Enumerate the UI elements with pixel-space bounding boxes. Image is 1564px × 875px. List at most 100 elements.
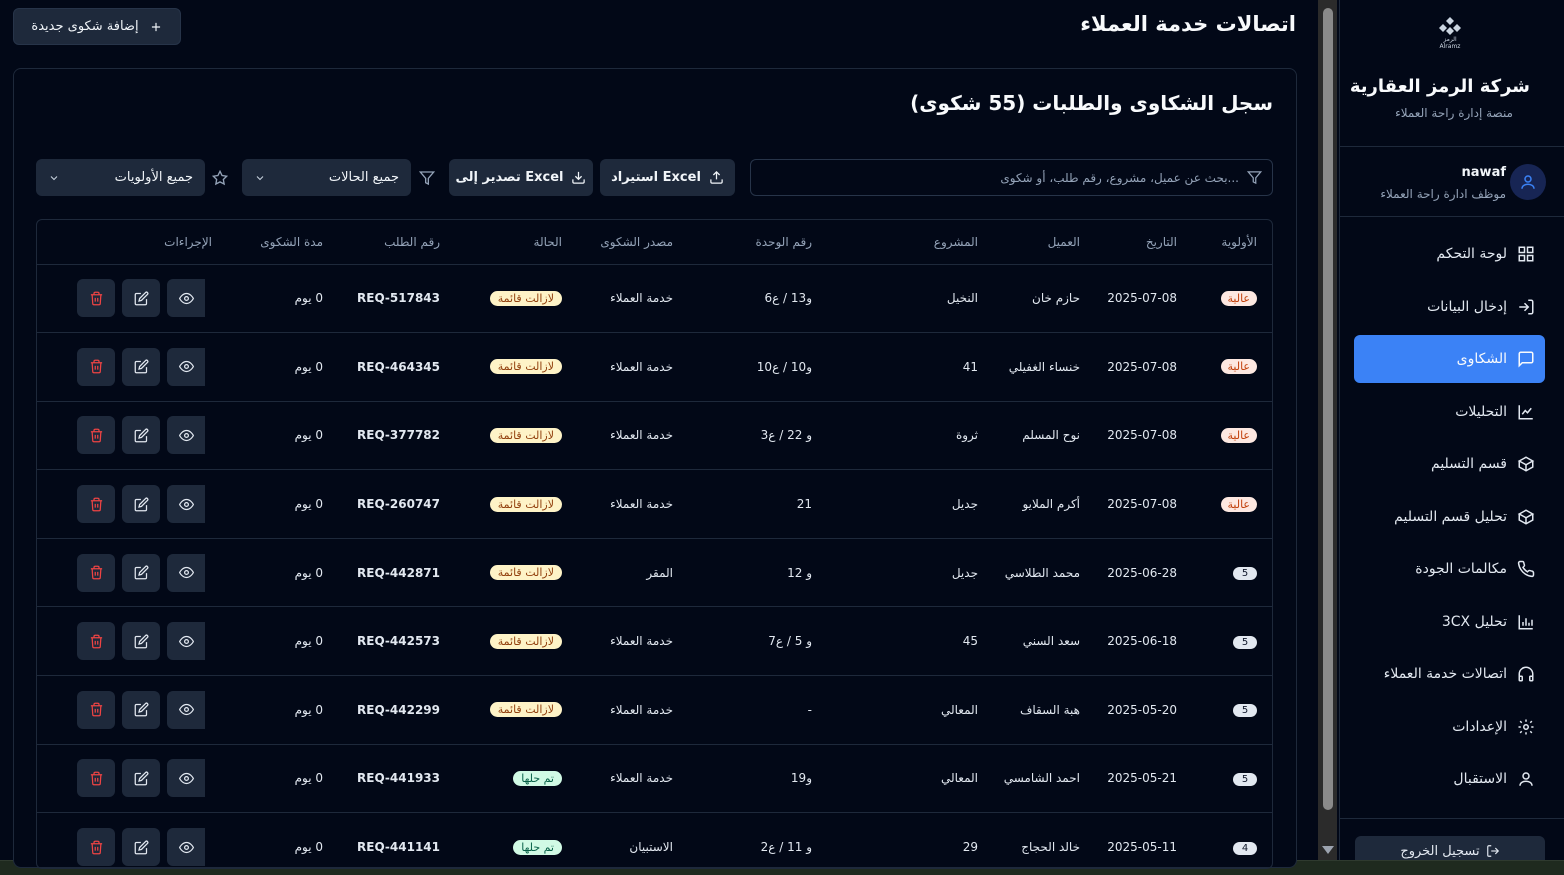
edit-icon xyxy=(134,428,148,443)
complaints-card: سجل الشكاوى والطلبات (55 شكوى) بحث عن عم… xyxy=(13,68,1297,869)
view-button[interactable] xyxy=(167,759,205,798)
table-row[interactable]: عالية 2025-07-08 حازم خان النخيل و13 / ع… xyxy=(37,264,1272,334)
table-row[interactable]: 5 2025-06-28 محمد الطلاسي جديل و 12 المق… xyxy=(37,538,1272,608)
scroll-down-arrow[interactable] xyxy=(1322,846,1334,854)
project-cell: جديل xyxy=(951,497,978,512)
delete-button[interactable] xyxy=(77,347,115,386)
status-filter-select[interactable]: جميع الحالات xyxy=(242,159,411,196)
sidebar-item-delivery-analysis[interactable]: تحليل قسم التسليم xyxy=(1354,493,1545,541)
delete-button[interactable] xyxy=(77,279,115,318)
delete-button[interactable] xyxy=(77,553,115,592)
delete-button[interactable] xyxy=(77,690,115,729)
delete-button[interactable] xyxy=(77,416,115,455)
view-button[interactable] xyxy=(167,622,205,661)
status-badge: لازالت قائمة xyxy=(489,290,562,306)
import-excel-button[interactable]: استيراد Excel xyxy=(600,159,735,196)
table-row[interactable]: عالية 2025-07-08 نوح المسلم ثروة و 22 / … xyxy=(37,401,1272,471)
sidebar: الرمز Alramz شركة الرمز العقارية منصة إد… xyxy=(1339,0,1564,866)
view-button[interactable] xyxy=(167,416,205,455)
column-header-unit[interactable]: رقم الوحدة xyxy=(673,220,812,265)
status-filter-value: جميع الحالات xyxy=(328,170,399,185)
column-header-request-number[interactable]: رقم الطلب xyxy=(323,220,440,265)
status-badge: لازالت قائمة xyxy=(489,427,562,443)
view-button[interactable] xyxy=(167,485,205,524)
delete-button[interactable] xyxy=(77,485,115,524)
column-header-status[interactable]: الحالة xyxy=(440,220,562,265)
sidebar-item-3cx-analysis[interactable]: تحليل 3CX xyxy=(1354,598,1545,646)
table-row[interactable]: 5 2025-06-18 سعد السني 45 و 5 / ع7 خدمة … xyxy=(37,606,1272,677)
priority-filter-select[interactable]: جميع الأولويات xyxy=(36,159,205,196)
column-header-source[interactable]: مصدر الشكوى xyxy=(562,220,673,265)
delete-button[interactable] xyxy=(77,622,115,661)
date-cell: 2025-05-20 xyxy=(1107,702,1177,717)
sidebar-item-label: التحليلات xyxy=(1455,403,1507,420)
phone-icon xyxy=(1517,560,1535,578)
edit-button[interactable] xyxy=(122,690,160,729)
sidebar-item-customer-service-calls[interactable]: اتصالات خدمة العملاء xyxy=(1354,650,1545,698)
export-excel-button[interactable]: تصدير إلى Excel xyxy=(449,159,593,196)
column-header-priority[interactable]: الأولوية xyxy=(1177,220,1272,265)
view-button[interactable] xyxy=(167,690,205,729)
unit-cell: و 12 xyxy=(787,565,812,580)
plus-icon xyxy=(151,22,160,31)
table-row[interactable]: 4 2025-05-11 خالد الحجاج 29 و 11 / ع2 ال… xyxy=(37,812,1272,868)
priority-badge: 4 xyxy=(1233,841,1257,855)
client-cell: محمد الطلاسي xyxy=(1004,565,1080,580)
view-button[interactable] xyxy=(167,347,205,386)
view-button[interactable] xyxy=(167,828,205,867)
trash-icon xyxy=(90,428,102,443)
status-badge: لازالت قائمة xyxy=(489,702,562,718)
sidebar-item-label: اتصالات خدمة العملاء xyxy=(1383,666,1507,682)
search-input[interactable]: بحث عن عميل، مشروع، رقم طلب، أو شكوى... xyxy=(750,159,1273,196)
date-cell: 2025-07-08 xyxy=(1107,497,1177,512)
table-row[interactable]: 5 2025-05-21 احمد الشامسي المعالي و19 خد… xyxy=(37,744,1272,814)
table-row[interactable]: 5 2025-05-20 هبة السقاف المعالي - خدمة ا… xyxy=(37,675,1272,745)
eye-icon xyxy=(178,292,194,304)
request-number-cell: REQ-441933 xyxy=(357,771,440,786)
edit-button[interactable] xyxy=(122,485,160,524)
column-header-client[interactable]: العميل xyxy=(978,220,1080,265)
scrollbar-thumb[interactable] xyxy=(1323,8,1333,810)
view-button[interactable] xyxy=(167,553,205,592)
edit-button[interactable] xyxy=(122,759,160,798)
priority-filter-value: جميع الأولويات xyxy=(114,170,193,185)
table-row[interactable]: عالية 2025-07-08 خنساء الغفيلي 41 و10 / … xyxy=(37,332,1272,402)
sidebar-item-dashboard[interactable]: لوحة التحكم xyxy=(1354,230,1545,278)
edit-button[interactable] xyxy=(122,553,160,592)
delete-button[interactable] xyxy=(77,759,115,798)
sidebar-item-analytics[interactable]: التحليلات xyxy=(1354,388,1545,436)
user-icon xyxy=(1519,772,1533,786)
source-cell: خدمة العملاء xyxy=(610,291,673,306)
column-header-duration[interactable]: مدة الشكوى xyxy=(212,220,323,265)
sidebar-item-settings[interactable]: الإعدادات xyxy=(1354,703,1545,751)
sidebar-item-complaints[interactable]: الشكاوى xyxy=(1354,335,1545,383)
logo-sub: Alramz xyxy=(1439,43,1461,50)
duration-cell: 0 يوم xyxy=(294,840,323,855)
unit-cell: و19 xyxy=(790,771,812,786)
company-name: شركة الرمز العقارية xyxy=(1349,76,1530,97)
sidebar-item-quality-calls[interactable]: مكالمات الجودة xyxy=(1354,545,1545,593)
delete-button[interactable] xyxy=(77,828,115,867)
row-actions xyxy=(37,347,212,386)
sidebar-item-label: الإعدادات xyxy=(1452,718,1507,735)
column-header-date[interactable]: التاريخ xyxy=(1080,220,1177,265)
edit-button[interactable] xyxy=(122,622,160,661)
sidebar-item-data-entry[interactable]: إدخال البيانات xyxy=(1354,283,1545,331)
scrollbar[interactable] xyxy=(1318,0,1337,860)
duration-cell: 0 يوم xyxy=(294,359,323,374)
edit-button[interactable] xyxy=(122,347,160,386)
logo-icon xyxy=(1439,17,1461,35)
edit-button[interactable] xyxy=(122,828,160,867)
sidebar-item-label: الاستقبال xyxy=(1453,771,1507,787)
add-complaint-button[interactable]: إضافة شكوى جديدة xyxy=(13,8,181,45)
sidebar-item-reception[interactable]: الاستقبال xyxy=(1354,755,1545,803)
eye-icon xyxy=(178,361,194,373)
edit-button[interactable] xyxy=(122,416,160,455)
edit-button[interactable] xyxy=(122,279,160,318)
priority-badge: عالية xyxy=(1220,290,1257,306)
column-header-project[interactable]: المشروع xyxy=(812,220,978,265)
row-actions xyxy=(37,622,212,661)
view-button[interactable] xyxy=(167,279,205,318)
sidebar-item-delivery[interactable]: قسم التسليم xyxy=(1354,440,1545,488)
table-row[interactable]: عالية 2025-07-08 أكرم الملايو جديل 21 خد… xyxy=(37,469,1272,539)
